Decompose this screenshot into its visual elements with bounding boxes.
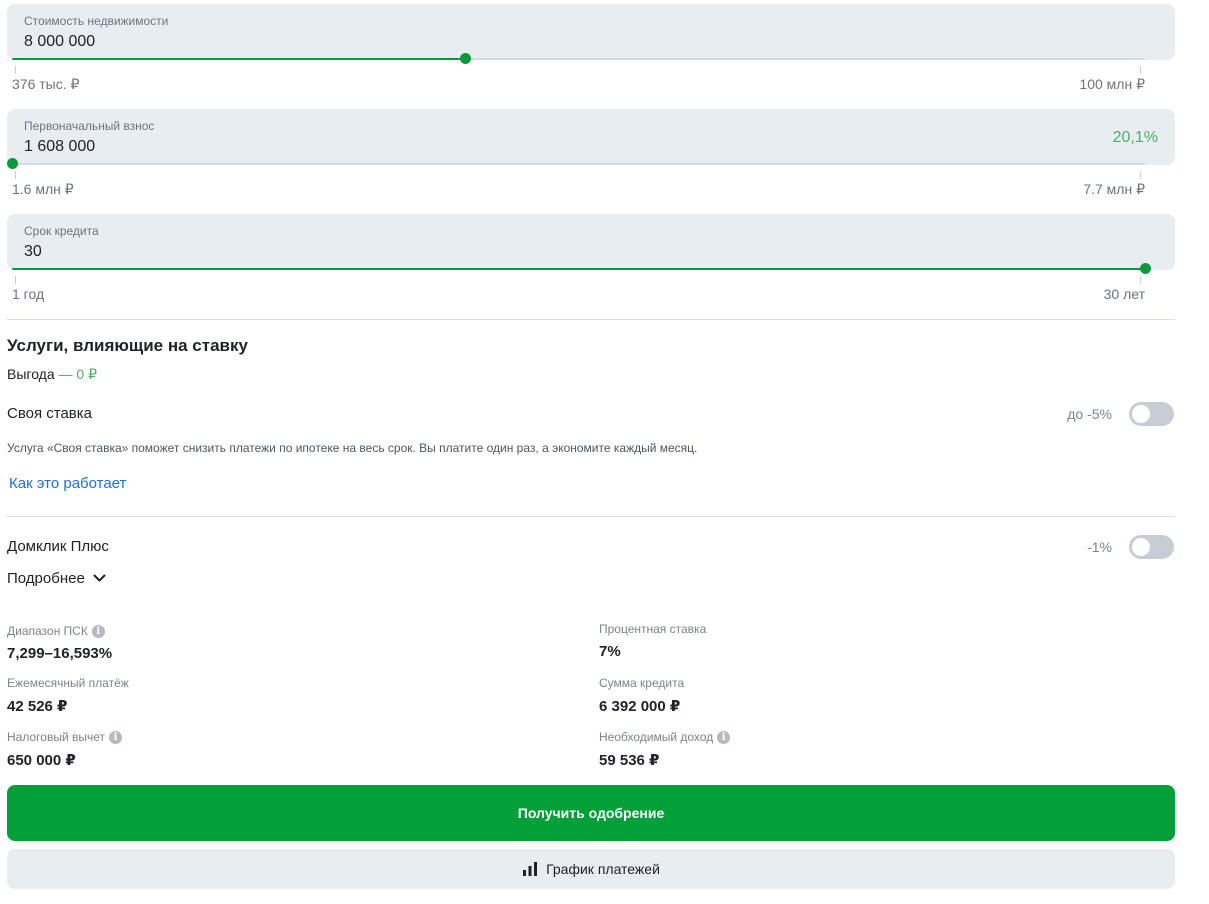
property-price-slider-fill [12, 58, 466, 60]
loan-term-min-tick [15, 276, 16, 284]
get-approval-label: Получить одобрение [517, 805, 665, 821]
loan-amount-value: 6 392 000 ₽ [599, 698, 681, 715]
get-approval-button[interactable]: Получить одобрение [7, 785, 1175, 841]
more-details-label: Подробнее [7, 570, 85, 587]
chevron-down-icon [93, 574, 106, 582]
property-price-label: Стоимость недвижимости [24, 14, 169, 28]
loan-term-min-label: 1 год [12, 286, 45, 302]
benefit-label: Выгода [7, 366, 55, 382]
interest-rate-label: Процентная ставка [599, 622, 707, 636]
tax-deduction-label: Налоговый вычет i [7, 730, 122, 744]
property-price-value[interactable]: 8 000 000 [24, 33, 95, 51]
loan-term-slider-fill [12, 268, 1145, 270]
down-payment-max-label: 7.7 млн ₽ [1083, 181, 1145, 197]
own-rate-toggle[interactable] [1129, 402, 1174, 426]
own-rate-name: Своя ставка [7, 405, 93, 422]
domclick-plus-toggle[interactable] [1129, 535, 1174, 559]
loan-term-slider-handle[interactable] [1140, 263, 1151, 274]
domclick-plus-name: Домклик Плюс [7, 538, 109, 555]
loan-term-max-tick [1140, 276, 1141, 284]
own-rate-discount: до -5% [1067, 406, 1112, 422]
bar-chart-icon [523, 862, 538, 876]
domclick-plus-toggle-knob [1132, 538, 1150, 556]
how-it-works-link[interactable]: Как это работает [9, 475, 126, 492]
psk-label: Диапазон ПСК i [7, 624, 105, 638]
info-icon[interactable]: i [717, 730, 731, 744]
property-price-field[interactable]: Стоимость недвижимости 8 000 000 [7, 4, 1175, 60]
psk-value: 7,299–16,593% [7, 645, 113, 662]
down-payment-slider[interactable] [7, 158, 1145, 169]
domclick-plus-discount: -1% [1087, 539, 1112, 555]
benefit-value: — 0 ₽ [58, 366, 98, 382]
interest-rate-value: 7% [599, 643, 621, 660]
down-payment-min-tick [15, 171, 16, 179]
property-price-max-tick [1140, 66, 1141, 74]
required-income-label: Необходимый доход i [599, 730, 731, 744]
loan-term-slider[interactable] [12, 263, 1151, 274]
loan-term-value[interactable]: 30 [24, 243, 42, 261]
property-price-max-label: 100 млн ₽ [1079, 76, 1145, 92]
loan-term-max-label: 30 лет [1103, 286, 1145, 302]
tax-deduction-label-text: Налоговый вычет [7, 730, 105, 744]
down-payment-slider-handle[interactable] [7, 158, 18, 169]
divider [7, 516, 1175, 517]
monthly-payment-label: Ежемесячный платёж [7, 676, 129, 690]
more-details-button[interactable]: Подробнее [7, 570, 106, 587]
down-payment-value[interactable]: 1 608 000 [24, 138, 95, 156]
own-rate-description: Услуга «Своя ставка» поможет снизить пла… [7, 441, 698, 455]
down-payment-percent: 20,1% [1112, 129, 1158, 146]
info-icon[interactable]: i [109, 730, 122, 744]
down-payment-max-tick [1140, 171, 1141, 179]
benefit-line: Выгода — 0 ₽ [7, 366, 97, 383]
required-income-label-text: Необходимый доход [599, 730, 714, 744]
monthly-payment-value: 42 526 ₽ [7, 698, 68, 715]
payment-schedule-label: График платежей [546, 861, 660, 877]
down-payment-label: Первоначальный взнос [24, 119, 155, 133]
property-price-slider[interactable] [12, 53, 1145, 64]
down-payment-field[interactable]: Первоначальный взнос 1 608 000 20,1% [7, 109, 1175, 165]
psk-label-text: Диапазон ПСК [7, 624, 88, 638]
services-title: Услуги, влияющие на ставку [7, 336, 248, 355]
info-icon[interactable]: i [91, 624, 105, 638]
payment-schedule-button[interactable]: График платежей [7, 849, 1175, 889]
property-price-slider-handle[interactable] [460, 53, 472, 64]
property-price-min-tick [15, 66, 16, 74]
tax-deduction-value: 650 000 ₽ [7, 752, 76, 769]
required-income-value: 59 536 ₽ [599, 752, 660, 769]
property-price-min-label: 376 тыс. ₽ [12, 76, 80, 92]
own-rate-toggle-knob [1132, 405, 1150, 423]
loan-term-field[interactable]: Срок кредита 30 [7, 214, 1175, 270]
down-payment-min-label: 1.6 млн ₽ [12, 181, 74, 197]
loan-term-label: Срок кредита [24, 224, 99, 238]
divider [7, 319, 1175, 320]
loan-amount-label: Сумма кредита [599, 676, 685, 690]
